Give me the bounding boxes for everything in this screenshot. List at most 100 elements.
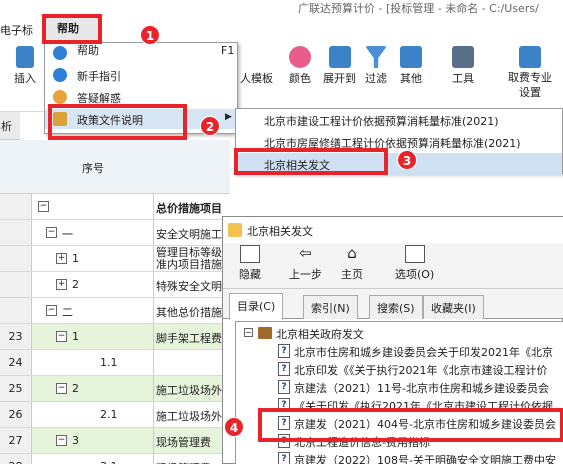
column-divider xyxy=(153,376,154,401)
tree-leaf-label: 京建法（2021）11号-北京市住房和城乡建设委员会 xyxy=(294,382,549,395)
collapse-icon[interactable]: − xyxy=(46,305,57,316)
collapse-icon[interactable]: − xyxy=(56,435,67,446)
table-row[interactable]: − 一 安全文明施工 xyxy=(0,220,230,246)
row-name-line2: 准内项目措施 xyxy=(156,258,222,271)
menu-item-beginner-guide[interactable]: 新手指引 xyxy=(45,65,237,85)
expand-to-button[interactable]: 展开到 xyxy=(323,42,356,86)
help-icon xyxy=(53,46,67,60)
shortcut-f1: F1 xyxy=(221,44,235,57)
menu-item-help-label: 帮助 xyxy=(77,44,99,57)
home-button[interactable]: ⌂ 主页 xyxy=(341,245,363,282)
table-row[interactable]: +1 管理目标等级 准内项目措施 xyxy=(0,246,230,272)
window-title: 广联达预算计价 - [投标管理 - 未命名 - C:/Users/ xyxy=(298,2,539,15)
more-button[interactable]: 其他 xyxy=(400,42,422,86)
tree-leaf-label: 北京市住房和城乡建设委员会关于印发2021年《北京 xyxy=(294,346,553,359)
analysis-tab[interactable]: 析 xyxy=(0,112,20,140)
menu-electronic-bid[interactable]: 电子标 xyxy=(0,22,33,38)
row-name: 施工垃圾场外 xyxy=(156,410,222,423)
annotation-box-1 xyxy=(42,14,102,44)
row-name: 安全文明施工 xyxy=(156,228,222,241)
row-number: 23 xyxy=(0,324,32,349)
row-number: 27 xyxy=(0,428,32,453)
qa-icon xyxy=(53,90,67,104)
template-button[interactable]: 人模板 xyxy=(240,42,273,86)
home-label: 主页 xyxy=(341,268,363,281)
fee-settings-button[interactable]: 取费专业 设置 xyxy=(502,42,558,100)
column-divider xyxy=(153,220,154,245)
table-row[interactable]: − 二 其他总价措施 xyxy=(0,298,230,324)
row-name: 脚手架工程费 xyxy=(156,332,222,345)
table-row[interactable]: 28 3.1 现场管理费 xyxy=(0,454,230,464)
help-page-icon: ? xyxy=(278,344,290,358)
back-button[interactable]: ⇦ 上一步 xyxy=(289,245,322,282)
options-button[interactable]: 选项(O) xyxy=(395,245,434,282)
insert-button[interactable]: 插入 xyxy=(14,42,36,86)
more-icon xyxy=(400,46,422,68)
row-seq: 二 xyxy=(62,306,73,319)
collapse-icon[interactable]: − xyxy=(38,201,49,212)
row-number xyxy=(0,298,32,323)
expand-icon[interactable]: + xyxy=(56,279,67,290)
row-name: 现场管理费 xyxy=(156,436,211,449)
row-number xyxy=(0,194,32,219)
column-divider xyxy=(153,194,154,219)
annotation-badge-2: 2 xyxy=(200,116,220,136)
table-row[interactable]: 27 −3 现场管理费 xyxy=(0,428,230,454)
help-window-title-bar: 北京相关发文 xyxy=(223,217,563,243)
filter-label: 过滤 xyxy=(365,72,387,85)
expand-icon xyxy=(328,46,351,68)
tree-leaf-label: 北京印发《《关于执行2021年《北京市建设工程计价 xyxy=(294,364,548,377)
help-window-toolbar: 隐藏 ⇦ 上一步 ⌂ 主页 选项(O) xyxy=(223,243,563,289)
tree-root-label: 北京相关政府发文 xyxy=(276,328,364,341)
tab-index[interactable]: 索引(N) xyxy=(303,295,358,319)
menu-item-beginner-guide-label: 新手指引 xyxy=(77,70,121,83)
row-seq: 1 xyxy=(72,330,79,343)
annotation-badge-3: 3 xyxy=(397,150,417,170)
collapse-icon[interactable]: − xyxy=(56,383,67,394)
annotation-badge-1: 1 xyxy=(140,25,160,45)
collapse-icon[interactable]: − xyxy=(56,331,67,342)
submenu-item-bj-construction-2021[interactable]: 北京市建设工程计价依据预算消耗量标准(2021) xyxy=(264,113,499,129)
table-row[interactable]: 23 −1 脚手架工程费 xyxy=(0,324,230,350)
expand-to-label: 展开到 xyxy=(323,72,356,85)
filter-icon xyxy=(365,46,387,68)
annotation-badge-4: 4 xyxy=(224,417,244,437)
row-seq: 3 xyxy=(72,434,79,447)
table-row[interactable]: 24 1.1 xyxy=(0,350,230,376)
table-row[interactable]: − 总价措施项目 xyxy=(0,194,230,220)
tab-favorites[interactable]: 收藏夹(I) xyxy=(423,295,484,319)
help-window-icon xyxy=(228,223,242,237)
table-row[interactable]: 26 2.1 施工垃圾场外 xyxy=(0,402,230,428)
column-header-seq[interactable]: 序号 xyxy=(82,160,104,176)
contents-tree: − 北京相关政府发文 ? 北京市住房和城乡建设委员会关于印发2021年《北京? 北京… xyxy=(235,321,563,464)
book-icon xyxy=(258,327,272,339)
expand-icon[interactable]: + xyxy=(56,253,67,264)
collapse-icon[interactable]: − xyxy=(46,227,57,238)
menu-item-help[interactable]: 帮助 F1 xyxy=(45,43,237,63)
table-row[interactable]: 25 −2 施工垃圾场外 xyxy=(0,376,230,402)
tools-button[interactable]: 工具 xyxy=(452,42,474,86)
column-divider xyxy=(153,350,154,375)
tools-label: 工具 xyxy=(452,72,474,85)
insert-icon xyxy=(16,46,34,68)
tree-leaf-label: 京建发（2022）108号-关于明确安全文明施工费中安 xyxy=(294,454,556,464)
help-page-icon: ? xyxy=(278,452,290,464)
row-number: 24 xyxy=(0,350,32,375)
tab-search[interactable]: 搜索(S) xyxy=(369,295,423,319)
filter-button[interactable]: 过滤 xyxy=(365,42,387,86)
row-seq: 2 xyxy=(72,382,79,395)
tab-contents[interactable]: 目录(C) xyxy=(229,293,284,320)
row-number xyxy=(0,246,32,271)
table-row[interactable]: +2 特殊安全文明 xyxy=(0,272,230,298)
row-seq: 1.1 xyxy=(100,356,118,369)
color-button[interactable]: 颜色 xyxy=(289,42,311,86)
help-page-icon: ? xyxy=(278,380,290,394)
collapse-icon[interactable]: − xyxy=(244,328,253,337)
hide-button[interactable]: 隐藏 xyxy=(239,245,261,282)
help-page-icon: ? xyxy=(278,362,290,376)
hide-label: 隐藏 xyxy=(239,268,261,281)
hide-icon xyxy=(240,245,260,263)
row-seq: 3.1 xyxy=(100,460,118,464)
fee-settings-icon xyxy=(519,46,541,68)
grid-header: 序号 xyxy=(0,140,230,194)
